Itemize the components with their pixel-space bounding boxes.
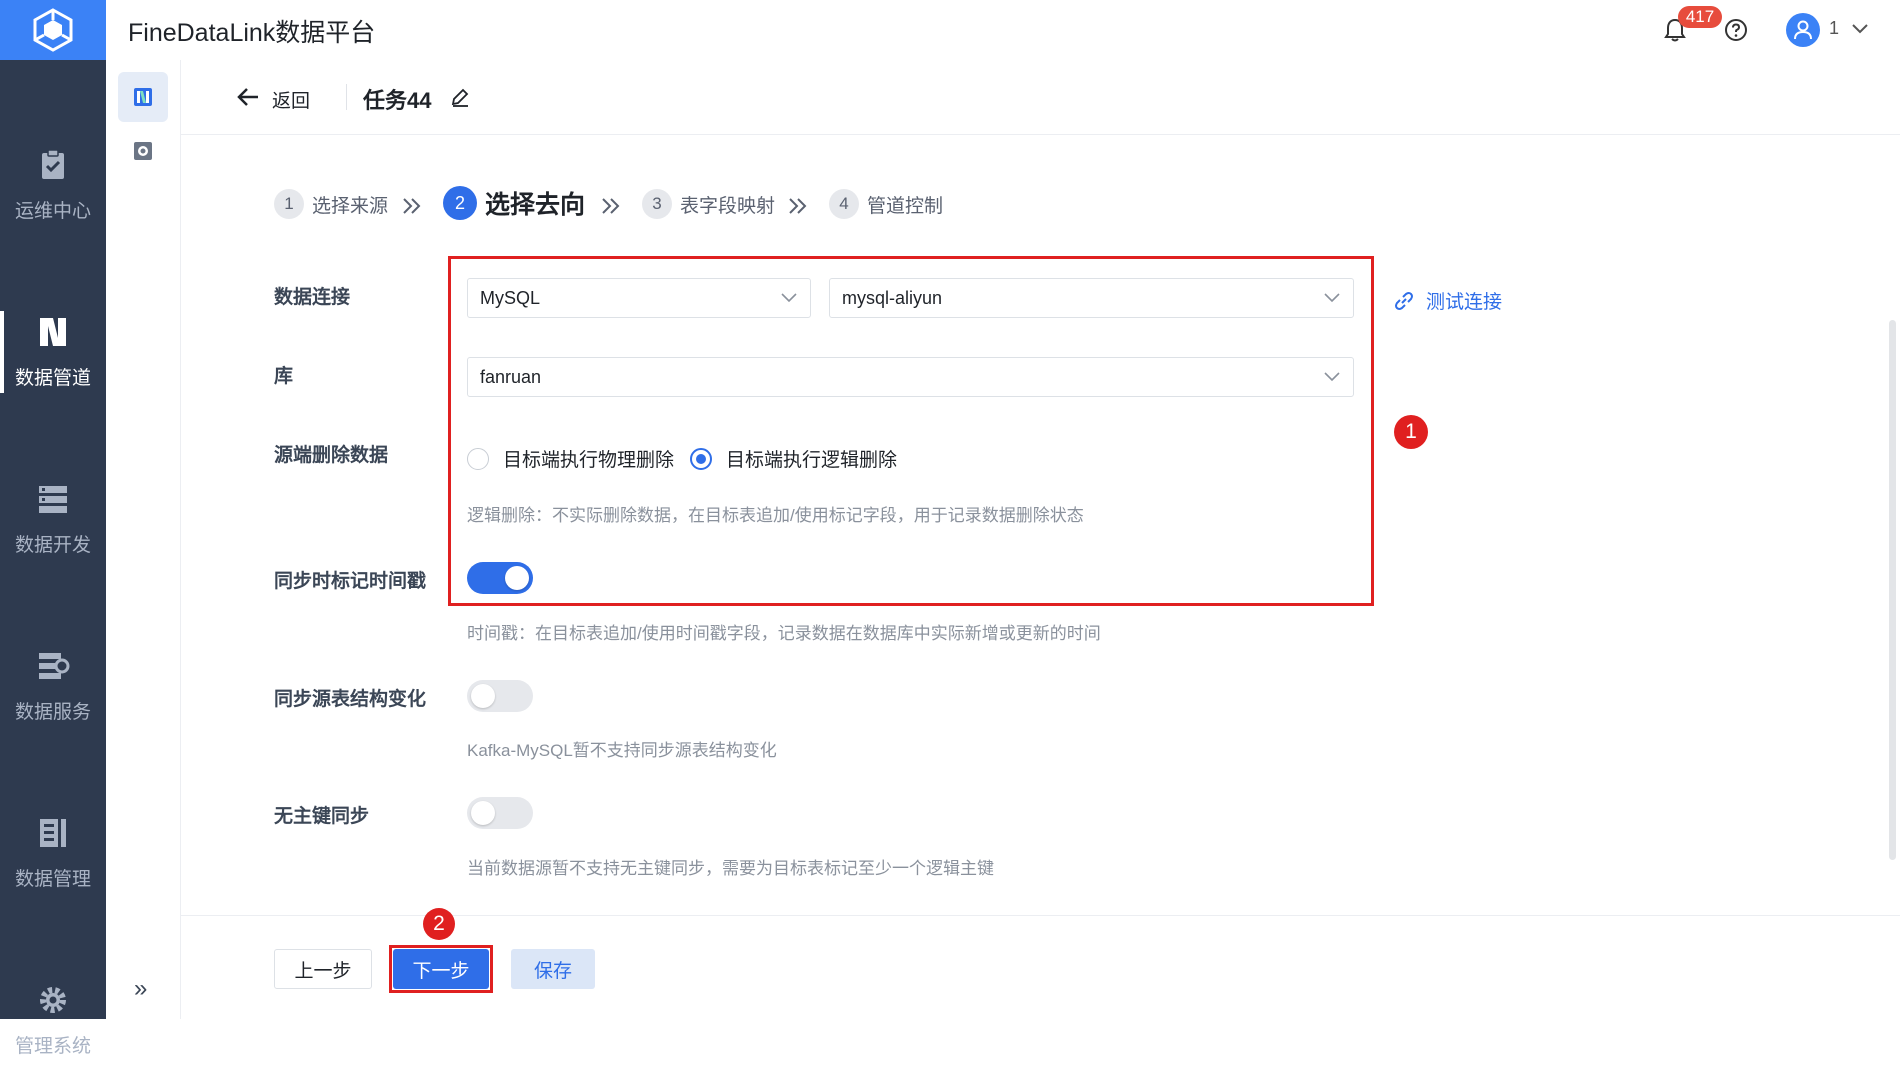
back-link[interactable]: 返回 [272,86,310,113]
sidebar-item-pipeline[interactable]: 数据管道 [0,287,106,417]
help-icon[interactable] [1724,18,1748,42]
sidebar-item-label: 数据开发 [14,534,91,556]
data-service-icon [39,652,70,679]
step-1[interactable]: 1 选择来源 [274,189,388,219]
user-icon [1794,20,1812,40]
no-pk-hint: 当前数据源暂不支持无主键同步，需要为目标表标记至少一个逻辑主键 [467,859,994,878]
cube-logo-icon [33,8,73,52]
schema-change-hint: Kafka-MySQL暂不支持同步源表结构变化 [467,741,777,760]
schema-change-label: 同步源表结构变化 [274,689,427,710]
sidebar-item-dev[interactable]: 数据开发 [0,454,106,584]
step-number: 2 [443,186,477,220]
sidebar-item-management[interactable]: 数据管理 [0,788,106,918]
app-logo[interactable] [0,0,106,60]
database-label: 库 [274,366,294,387]
save-button[interactable]: 保存 [511,949,595,989]
prev-step-button[interactable]: 上一步 [274,949,372,989]
step-label: 表字段映射 [680,195,776,217]
sidebar-item-system[interactable]: 管理系统 [0,955,106,1085]
notification-badge: 417 [1678,6,1722,28]
clipboard-check-icon [42,148,64,179]
sidebar-item-label: 数据管道 [14,367,91,389]
timestamp-hint: 时间戳：在目标表追加/使用时间戳字段，记录数据在数据库中实际新增或更新的时间 [467,624,1101,643]
gear-icon [40,986,66,1013]
annotation-marker-1: 1 [1394,415,1428,449]
avatar[interactable] [1786,13,1820,47]
annotation-marker-2: 2 [423,908,455,940]
monitor-icon[interactable] [131,139,155,163]
data-management-icon [40,818,66,847]
connection-label: 数据连接 [274,287,351,308]
step-label: 选择去向 [485,191,586,219]
chevron-down-icon[interactable] [1851,22,1869,36]
double-chevron-right-icon [789,198,807,214]
no-pk-label: 无主键同步 [274,806,370,827]
step-label: 管道控制 [867,195,944,217]
sidebar-item-label: 运维中心 [14,200,91,222]
user-name[interactable]: 1 [1829,18,1839,39]
main-sidebar: 运维中心 数据管道 数据开发 数据服务 数据管理 管理系统 [0,60,106,1057]
arrow-left-icon[interactable] [236,86,262,108]
step-3[interactable]: 3 表字段映射 [642,189,775,219]
step-number: 3 [642,189,672,219]
sidebar-item-label: 数据管理 [14,868,91,890]
link-icon [1395,291,1413,310]
step-4[interactable]: 4 管道控制 [829,189,943,219]
step-2[interactable]: 2 选择去向 [443,185,585,221]
test-connection-label: 测试连接 [1426,292,1503,313]
app-title: FineDataLink数据平台 [128,19,376,47]
sidebar-item-label: 管理系统 [14,1035,91,1057]
sidebar-item-ops[interactable]: 运维中心 [0,120,106,250]
edit-icon[interactable] [449,86,471,108]
sub-nav-pipeline[interactable] [118,72,168,122]
step-label: 选择来源 [312,195,389,217]
secondary-sidebar [106,60,181,1019]
sidebar-item-service[interactable]: 数据服务 [0,621,106,751]
timestamp-label: 同步时标记时间戳 [274,571,427,592]
double-chevron-right-icon [403,198,421,214]
scrollbar[interactable] [1889,320,1896,860]
database-dev-icon [39,485,67,513]
pipeline-task-icon [134,88,152,106]
delete-label: 源端删除数据 [274,445,389,466]
toggle-knob [471,801,495,825]
expand-sidebar-icon[interactable]: » [134,975,147,1003]
test-connection-link[interactable]: 测试连接 [1392,287,1502,314]
task-header [181,60,1900,135]
no-pk-toggle[interactable] [467,797,533,829]
toggle-knob [471,684,495,708]
pipeline-icon [40,317,66,346]
task-title: 任务44 [363,88,432,113]
sidebar-item-label: 数据服务 [14,701,91,723]
schema-change-toggle[interactable] [467,680,533,712]
step-number: 4 [829,189,859,219]
double-chevron-right-icon [602,198,620,214]
step-number: 1 [274,189,304,219]
annotation-box-1 [448,256,1374,606]
divider [346,84,347,110]
annotation-box-2 [389,945,493,993]
